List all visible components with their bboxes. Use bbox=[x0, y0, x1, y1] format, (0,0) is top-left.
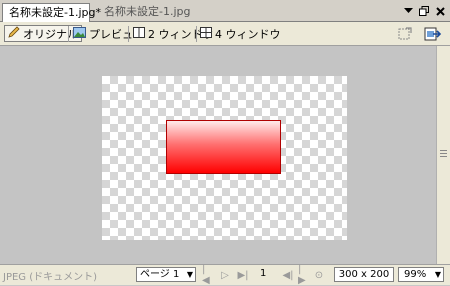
first-page-icon[interactable]: |◀ bbox=[202, 264, 212, 286]
zoom-select[interactable]: 99% ▼ bbox=[398, 267, 444, 282]
export-icon[interactable] bbox=[422, 24, 444, 44]
image-preview-icon bbox=[73, 26, 86, 41]
next-page-icon[interactable]: ▶| bbox=[237, 268, 248, 282]
play-icon[interactable]: |▶ bbox=[298, 264, 308, 286]
page-select-value: ページ 1 bbox=[140, 269, 180, 280]
toolbar-separator bbox=[128, 26, 129, 42]
prev-page-icon[interactable]: ▷ bbox=[220, 268, 230, 282]
four-window-view-button[interactable]: 4 ウィンドウ bbox=[200, 25, 281, 42]
chevron-down-icon: ▼ bbox=[434, 270, 441, 279]
toolbar-separator bbox=[68, 26, 69, 42]
play-backward-icon[interactable]: ◀| bbox=[282, 268, 294, 282]
status-bar: JPEG (ドキュメント) ページ 1 ▼ |◀ ▷ ▶| 1 ◀| |▶ ⊙ … bbox=[0, 264, 450, 286]
current-page-number: 1 bbox=[260, 268, 267, 279]
scrollbar-grip-line bbox=[440, 150, 447, 151]
vertical-scrollbar[interactable] bbox=[436, 46, 450, 264]
red-gradient-rectangle[interactable] bbox=[166, 120, 281, 174]
image-size-display: 300 x 200 bbox=[334, 267, 394, 282]
restore-icon[interactable] bbox=[418, 4, 430, 18]
tab-active-document[interactable]: 名称未設定-1.jpg* bbox=[2, 3, 101, 22]
zoom-value: 99% bbox=[404, 269, 427, 280]
pencil-icon bbox=[8, 26, 20, 41]
two-pane-icon bbox=[133, 26, 145, 41]
scrollbar-grip-line bbox=[440, 156, 447, 157]
loop-icon[interactable]: ⊙ bbox=[314, 268, 324, 282]
chevron-down-icon: ▼ bbox=[186, 270, 193, 279]
chevron-down-icon[interactable] bbox=[402, 4, 414, 18]
document-canvas-transparent[interactable] bbox=[102, 76, 347, 240]
four-window-view-label: 4 ウィンドウ bbox=[215, 27, 281, 41]
document-tab-bar: 名称未設定-1.jpg* 名称未設定-1.jpg bbox=[0, 0, 450, 22]
view-toolbar: オリジナル プレビュー 2 ウィンドウ 4 ウィンドウ bbox=[0, 22, 450, 46]
window-controls bbox=[402, 4, 446, 18]
original-view-label: オリジナル bbox=[23, 27, 78, 41]
toolbar-separator bbox=[196, 26, 197, 42]
page-select[interactable]: ページ 1 ▼ bbox=[136, 267, 196, 282]
original-view-button[interactable]: オリジナル bbox=[4, 25, 82, 42]
close-icon[interactable] bbox=[434, 4, 446, 18]
tab-inactive-document[interactable]: 名称未設定-1.jpg bbox=[98, 3, 197, 21]
frame-tool-icon[interactable] bbox=[394, 24, 416, 44]
four-pane-icon bbox=[200, 26, 212, 41]
canvas-area[interactable] bbox=[0, 46, 436, 264]
file-format-label: JPEG (ドキュメント) bbox=[3, 272, 98, 283]
scrollbar-grip-line bbox=[440, 153, 447, 154]
